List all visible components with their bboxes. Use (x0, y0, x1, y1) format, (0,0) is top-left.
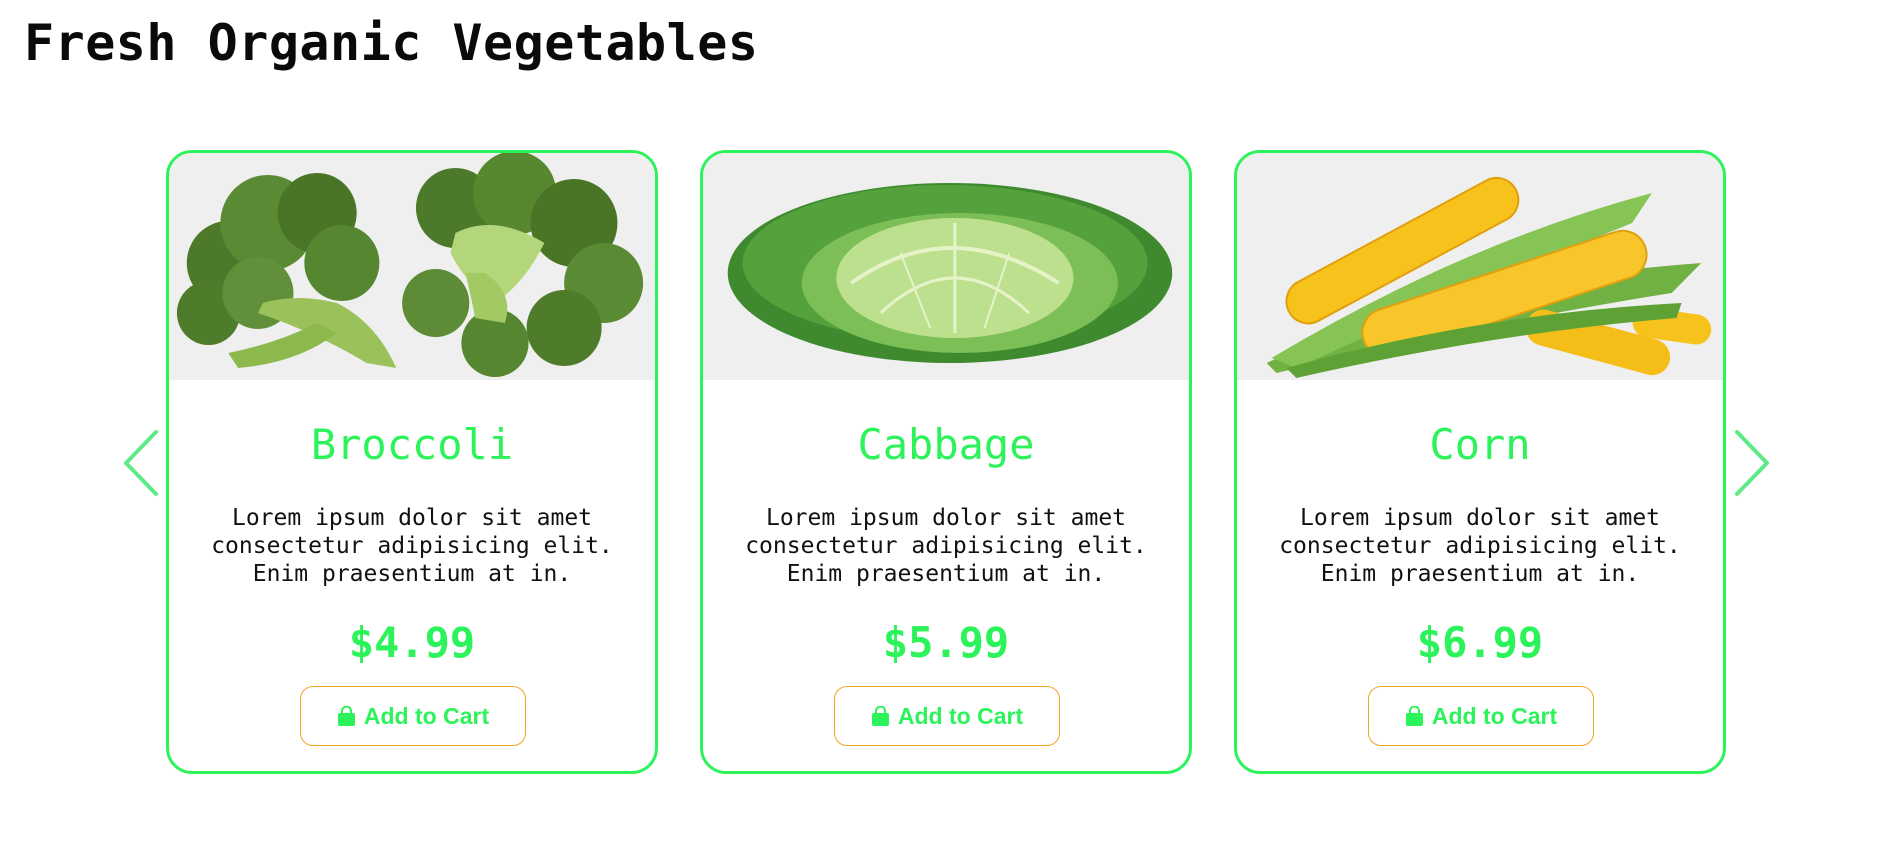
product-price: $4.99 (348, 618, 476, 667)
product-card-cabbage: Cabbage Lorem ipsum dolor sit amet conse… (700, 150, 1192, 774)
shopping-bag-icon (337, 705, 356, 727)
shopping-bag-icon (1405, 705, 1424, 727)
add-to-cart-button[interactable]: Add to Cart (300, 686, 526, 746)
broccoli-image (169, 153, 655, 380)
product-description: Lorem ipsum dolor sit amet consectetur a… (211, 505, 613, 587)
product-card-broccoli: Broccoli Lorem ipsum dolor sit amet cons… (166, 150, 658, 774)
product-description: Lorem ipsum dolor sit amet consectetur a… (1279, 505, 1681, 587)
product-name: Corn (1429, 420, 1531, 469)
cabbage-image (703, 153, 1189, 380)
carousel-prev-button[interactable] (120, 428, 160, 498)
shopping-bag-icon (871, 705, 890, 727)
product-price: $5.99 (882, 618, 1010, 667)
add-to-cart-button[interactable]: Add to Cart (1368, 686, 1594, 746)
corn-image (1237, 153, 1723, 380)
carousel-next-button[interactable] (1733, 428, 1773, 498)
add-to-cart-label: Add to Cart (363, 702, 490, 729)
product-card-corn: Corn Lorem ipsum dolor sit amet consecte… (1234, 150, 1726, 774)
chevron-right-icon (1735, 430, 1769, 496)
add-to-cart-label: Add to Cart (1431, 702, 1558, 729)
add-to-cart-button[interactable]: Add to Cart (834, 686, 1060, 746)
chevron-left-icon (124, 430, 158, 496)
add-to-cart-label: Add to Cart (897, 702, 1024, 729)
product-carousel: Broccoli Lorem ipsum dolor sit amet cons… (0, 0, 1886, 856)
product-price: $6.99 (1416, 618, 1544, 667)
product-description: Lorem ipsum dolor sit amet consectetur a… (745, 505, 1147, 587)
product-name: Cabbage (857, 420, 1035, 469)
product-name: Broccoli (310, 420, 514, 469)
